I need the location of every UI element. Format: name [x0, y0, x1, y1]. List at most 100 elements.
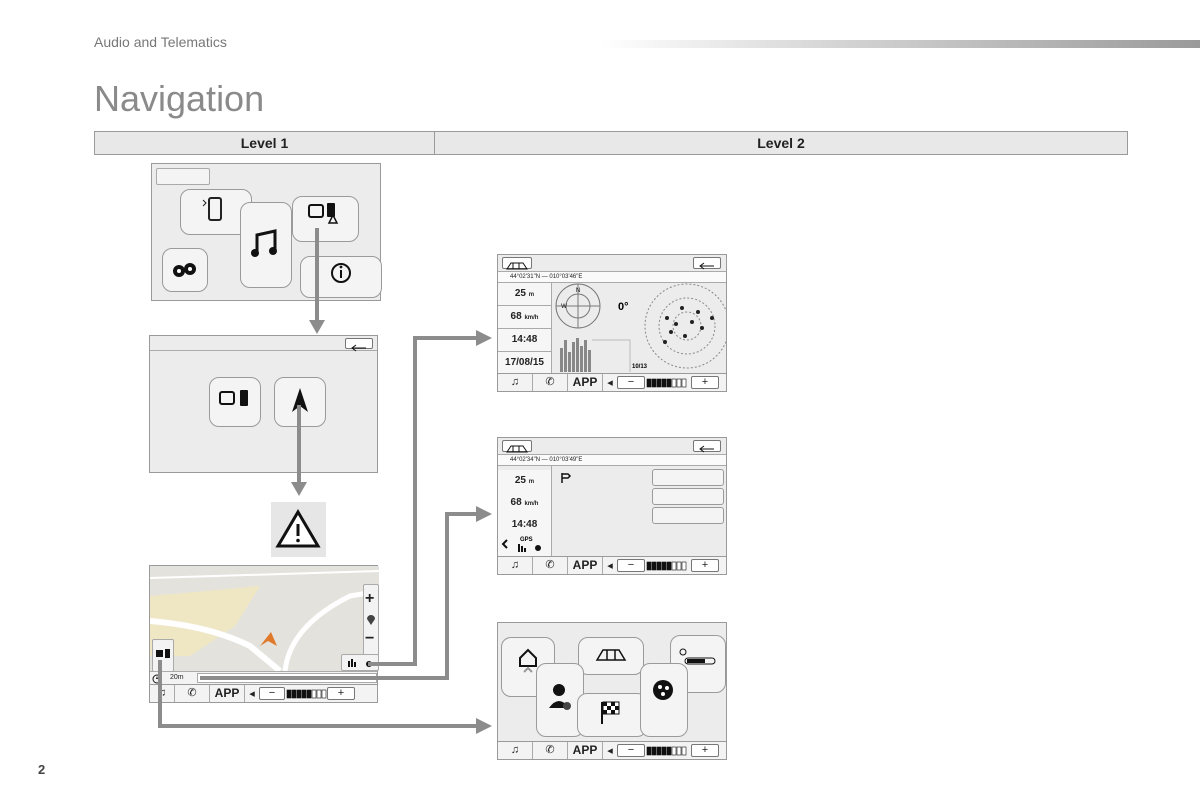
satellite-display: N W 0° 10/13 — [555, 283, 726, 372]
volume-up-button[interactable]: + — [691, 376, 719, 389]
guidance-bar[interactable] — [197, 673, 377, 683]
time-value: 14:48 — [498, 329, 551, 352]
map-icon — [595, 649, 627, 661]
back-button[interactable] — [693, 440, 721, 453]
section-title: Audio and Telematics — [94, 34, 227, 50]
gps-cell[interactable]: GPS — [498, 534, 551, 556]
volume-icon: ◂ — [249, 688, 255, 700]
car-phone-icon — [219, 390, 248, 406]
speed-unit: km/h — [524, 501, 539, 507]
music-note-icon[interactable]: ♫ — [150, 685, 175, 702]
connected-navigation-button[interactable] — [209, 377, 261, 427]
volume-up-button[interactable]: + — [691, 559, 719, 572]
map-view-button[interactable] — [502, 440, 532, 453]
info-tile[interactable] — [300, 256, 382, 298]
guidance-info-screen: 44°02'34"N — 010°03'49"E 25 m 68 km/h 14… — [497, 437, 727, 575]
signpost-icon — [561, 473, 572, 483]
zoom-in-button[interactable]: + — [365, 590, 374, 608]
speed-cell: 68 km/h — [498, 306, 551, 329]
back-arrow-icon — [699, 445, 714, 453]
compass-north: N — [576, 288, 580, 294]
arrow-map-to-gps-screen — [368, 336, 478, 666]
coordinates: 44°02'34"N — 010°03'49"E — [498, 454, 726, 466]
navigation-arrow-icon — [292, 388, 308, 412]
distance-value: 25 — [514, 475, 526, 486]
footer-bar: ♫ ✆ APP ◂ − + — [498, 741, 726, 759]
distance-unit: m — [528, 479, 535, 485]
navigation-menu-screen: ♫ ✆ APP ◂ − + — [497, 622, 727, 760]
volume-level-indicator — [646, 561, 687, 570]
zoom-out-button[interactable]: − — [365, 630, 374, 648]
navigation-tile[interactable] — [292, 196, 359, 242]
destination-tile[interactable] — [577, 693, 647, 737]
app-button[interactable]: APP — [568, 557, 603, 574]
gps-label: GPS — [520, 537, 533, 543]
volume-up-button[interactable]: + — [691, 744, 719, 757]
level-header-row: Level 1 Level 2 — [94, 131, 1128, 155]
info-icon — [331, 263, 351, 283]
volume-down-button[interactable]: − — [617, 744, 645, 757]
map-menu-button[interactable] — [152, 639, 174, 672]
gps-status-button[interactable] — [341, 654, 379, 671]
gps-info-screen: 44°02'31"N — 010°03'46"E 25 m 68 km/h 14… — [497, 254, 727, 392]
distance-cell: 25 m — [498, 470, 551, 493]
volume-level-indicator — [646, 746, 687, 755]
music-note-icon[interactable]: ♫ — [498, 742, 533, 759]
volume-down-button[interactable]: − — [617, 376, 645, 389]
speed-value: 68 — [510, 311, 522, 322]
map-screen: + − 20m ♫ ✆ APP ◂ − + — [149, 565, 379, 703]
music-note-icon[interactable]: ♫ — [498, 374, 533, 391]
compass-icon — [152, 674, 162, 684]
car-phone-icon — [156, 649, 170, 658]
music-note-icon[interactable]: ♫ — [498, 557, 533, 574]
gps-status-icon: GPS — [501, 537, 541, 552]
map-view-button[interactable] — [502, 257, 532, 270]
page-title: Navigation — [94, 78, 265, 119]
volume-down-button[interactable]: − — [259, 687, 285, 700]
volume-up-button[interactable]: + — [327, 687, 355, 700]
poi-tile[interactable] — [640, 663, 688, 737]
info-field-3 — [652, 507, 724, 524]
media-tile[interactable] — [240, 202, 292, 288]
navigation-button[interactable] — [274, 377, 326, 427]
satellite-count: 10/13 — [632, 364, 648, 370]
distance-unit: m — [528, 292, 535, 298]
checkered-flag-icon — [601, 701, 620, 724]
volume-down-button[interactable]: − — [617, 559, 645, 572]
map-tile[interactable] — [578, 637, 644, 675]
navigation-submenu-screen — [149, 335, 378, 473]
phone-handset-icon[interactable]: ✆ — [533, 742, 568, 759]
map-scale: 20m — [170, 674, 184, 681]
phone-handset-icon[interactable]: ✆ — [533, 557, 568, 574]
app-button[interactable]: APP — [210, 685, 245, 702]
volume-icon: ◂ — [607, 745, 613, 757]
speed-cell: 68 km/h — [498, 492, 551, 515]
compass-west: W — [561, 304, 567, 310]
back-arrow-icon — [351, 344, 366, 352]
column-divider — [551, 465, 552, 558]
screen-divider — [150, 350, 377, 351]
map-icon — [506, 445, 528, 453]
info-field-1 — [652, 469, 724, 486]
back-button[interactable] — [693, 257, 721, 270]
app-button[interactable]: APP — [568, 742, 603, 759]
footer-bar: ♫ ✆ APP ◂ − + — [150, 684, 377, 702]
phone-handset-icon[interactable]: ✆ — [175, 685, 210, 702]
heading-value: 0° — [618, 301, 629, 313]
page-number: 2 — [38, 762, 46, 777]
header-gradient-bar — [600, 40, 1200, 48]
back-arrow-icon — [699, 262, 714, 270]
volume-icon: ◂ — [607, 377, 613, 389]
speed-value: 68 — [510, 497, 522, 508]
phone-handset-icon[interactable]: ✆ — [533, 374, 568, 391]
footer-bar: ♫ ✆ APP ◂ − + — [498, 373, 726, 391]
speed-unit: km/h — [524, 315, 539, 321]
back-button[interactable] — [345, 338, 373, 352]
car-phone-navigation-icon — [308, 203, 339, 224]
app-button[interactable]: APP — [568, 374, 603, 391]
settings-tile[interactable] — [162, 248, 208, 292]
level-1-header: Level 1 — [240, 135, 289, 151]
volume-level-indicator — [286, 689, 327, 698]
location-pin-icon[interactable] — [366, 614, 376, 626]
status-box — [156, 168, 210, 185]
